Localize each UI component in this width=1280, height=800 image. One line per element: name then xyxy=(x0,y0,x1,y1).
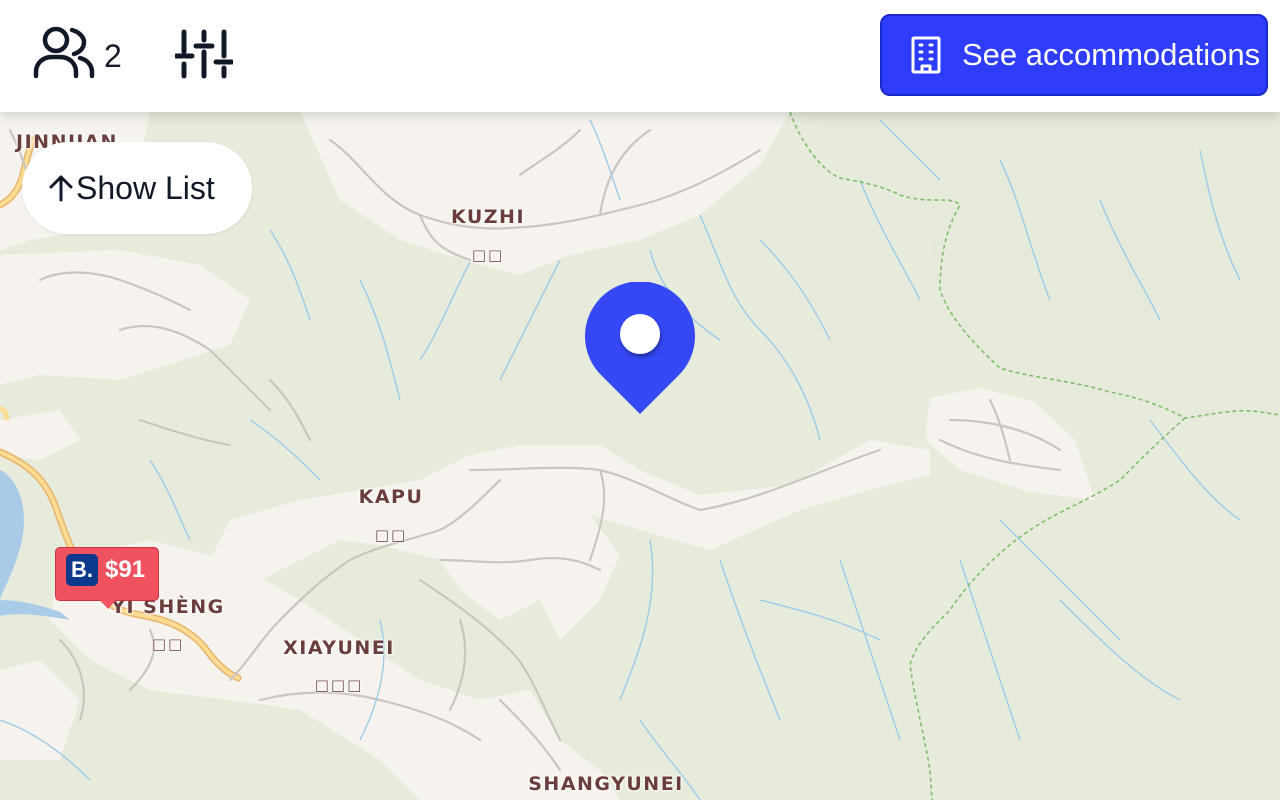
place-label-yi-sheng-local: □□ xyxy=(151,635,185,653)
top-bar: 2 See accommodations xyxy=(0,0,1280,112)
show-list-label: Show List xyxy=(76,169,215,206)
arrow-up-icon xyxy=(48,173,74,203)
show-list-button[interactable]: Show List xyxy=(22,142,252,234)
users-icon xyxy=(30,24,96,89)
place-label-xiayunei-local: □□□ xyxy=(314,676,364,694)
place-label-kapu: KAPU xyxy=(358,486,424,508)
place-label-kapu-local: □□ xyxy=(374,526,408,544)
place-label-kuzhi: KUZHI xyxy=(450,206,526,228)
place-label-xiayunei: XIAYUNEI xyxy=(283,637,395,659)
see-accommodations-button[interactable]: See accommodations xyxy=(880,14,1268,96)
price-marker[interactable]: B. $91 xyxy=(55,547,159,609)
guests-button[interactable]: 2 xyxy=(30,26,122,86)
map[interactable]: JINNUAN KUZHI □□ KAPU □□ YI SHÈNG □□ XIA… xyxy=(0,0,1280,800)
price-label: $91 xyxy=(105,556,146,583)
sliders-icon xyxy=(173,28,235,85)
place-label-kuzhi-local: □□ xyxy=(471,246,505,264)
see-accommodations-label: See accommodations xyxy=(962,37,1261,72)
building-icon xyxy=(910,35,946,75)
guests-count: 2 xyxy=(104,37,122,74)
place-label-shangyunei: SHANGYUNEI xyxy=(528,773,684,795)
filters-button[interactable] xyxy=(172,26,236,86)
booking-logo-icon: B. xyxy=(66,554,98,586)
location-pin-icon[interactable] xyxy=(584,281,696,416)
